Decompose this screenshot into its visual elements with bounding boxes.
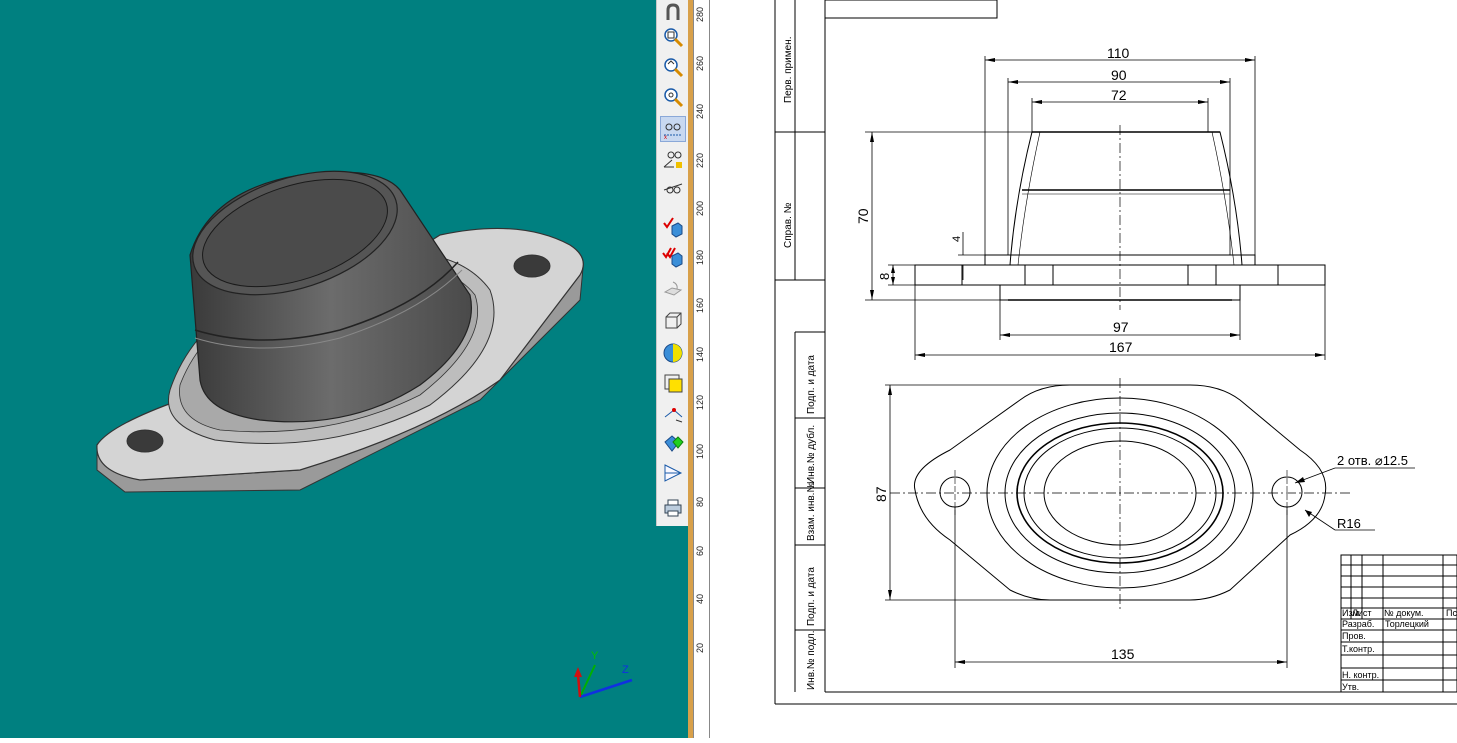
label-podp-data-2: Подп. и дата bbox=[806, 567, 817, 626]
tb-utv: Утв. bbox=[1342, 682, 1359, 692]
ruler-label: 60 bbox=[695, 545, 705, 556]
label-vzam-inv: Взам. инв.№ bbox=[806, 482, 817, 541]
tb-podp: Пс bbox=[1446, 608, 1457, 618]
ruler-label: 240 bbox=[695, 103, 705, 119]
tb-tkontr: Т.контр. bbox=[1342, 644, 1375, 654]
wire-cube-button[interactable] bbox=[660, 308, 686, 334]
check-cube-button[interactable] bbox=[660, 214, 686, 240]
ruler-label: 260 bbox=[695, 55, 705, 71]
dim-87: 87 bbox=[873, 486, 889, 502]
zoom-frame-icon bbox=[664, 58, 684, 78]
ruler-label: 200 bbox=[695, 200, 705, 216]
sphere-section-button[interactable] bbox=[660, 340, 686, 366]
ruler-label: 120 bbox=[695, 394, 705, 410]
flange-hole-left bbox=[126, 429, 164, 453]
dim-r16: R16 bbox=[1337, 516, 1361, 531]
ruler-label: 20 bbox=[695, 642, 705, 653]
sphere-section-icon bbox=[663, 343, 683, 363]
tb-list: Лист bbox=[1352, 608, 1372, 618]
dim-135: 135 bbox=[1111, 646, 1135, 662]
magnet-icon bbox=[666, 3, 680, 20]
ruler-label: 280 bbox=[695, 6, 705, 22]
tb-razrab: Разраб. bbox=[1342, 619, 1374, 629]
printer-button[interactable] bbox=[660, 494, 686, 520]
ruler-label: 180 bbox=[695, 249, 705, 265]
axis-y-label: Y bbox=[591, 650, 599, 662]
dim-4: 4 bbox=[951, 236, 963, 242]
dim-97: 97 bbox=[1113, 319, 1129, 335]
viewport-strip bbox=[656, 526, 689, 738]
pyramid-button[interactable] bbox=[660, 460, 686, 486]
glasses-snap-button[interactable]: x bbox=[660, 116, 686, 142]
ruler-label: 100 bbox=[695, 443, 705, 459]
magnet-button[interactable] bbox=[660, 0, 686, 26]
3d-viewport[interactable]: Y Z bbox=[0, 0, 656, 738]
svg-text:x: x bbox=[664, 135, 667, 140]
yellow-face-icon bbox=[664, 374, 683, 393]
point-axis-icon bbox=[664, 408, 683, 423]
ruler-label: 220 bbox=[695, 152, 705, 168]
glasses-line-icon bbox=[663, 183, 683, 194]
vertical-ruler: 280 260 240 220 200 180 160 140 120 100 80 60 40 20 bbox=[693, 0, 710, 738]
dim-8: 8 bbox=[877, 273, 892, 280]
tb-nkontr: Н. контр. bbox=[1342, 670, 1379, 680]
wire-cube-icon bbox=[665, 312, 682, 329]
zoom-all-icon bbox=[664, 88, 684, 108]
zoom-all-button[interactable] bbox=[660, 84, 686, 110]
glasses-snap-icon: x bbox=[664, 123, 682, 140]
dim-110: 110 bbox=[1107, 45, 1130, 61]
zoom-window-icon bbox=[664, 28, 684, 48]
plane-rotate-icon bbox=[663, 281, 683, 296]
label-sprav: Справ. № bbox=[783, 202, 794, 248]
drawing-sheet[interactable]: 110 90 72 70 4 8 97 167 87 135 2 отв. ⌀1… bbox=[710, 0, 1457, 738]
dim-72: 72 bbox=[1111, 87, 1127, 103]
green-diamond-icon bbox=[664, 435, 684, 452]
tb-prov: Пров. bbox=[1342, 631, 1366, 641]
zoom-frame-button[interactable] bbox=[660, 54, 686, 80]
double-check-cube-button[interactable] bbox=[660, 244, 686, 270]
ruler-label: 140 bbox=[695, 346, 705, 362]
3d-model[interactable] bbox=[0, 0, 656, 738]
plane-rotate-button[interactable] bbox=[660, 276, 686, 302]
zoom-window-button[interactable] bbox=[660, 24, 686, 50]
glasses-angle-button[interactable] bbox=[660, 146, 686, 172]
tb-author: Торлецкий bbox=[1385, 619, 1429, 629]
point-axis-button[interactable] bbox=[660, 400, 686, 426]
ruler-label: 80 bbox=[695, 496, 705, 507]
label-inv-dubl: Инв.№ дубл. bbox=[805, 425, 817, 484]
flange-hole-right bbox=[513, 254, 551, 278]
label-podp-data-1: Подп. и дата bbox=[806, 355, 817, 414]
ruler-label: 40 bbox=[695, 593, 705, 604]
yellow-face-button[interactable] bbox=[660, 370, 686, 396]
dim-holes: 2 отв. ⌀12.5 bbox=[1337, 453, 1408, 468]
ruler-label: 160 bbox=[695, 297, 705, 313]
label-perv-primen: Перв. примен. bbox=[783, 37, 794, 103]
glasses-angle-icon bbox=[663, 151, 682, 168]
glasses-line-button[interactable] bbox=[660, 178, 686, 204]
view-toolbar: x bbox=[656, 0, 690, 526]
green-diamond-button[interactable] bbox=[660, 430, 686, 456]
dim-70: 70 bbox=[855, 208, 871, 224]
double-check-cube-icon bbox=[662, 247, 683, 268]
axis-z-label: Z bbox=[622, 664, 629, 676]
printer-icon bbox=[664, 499, 682, 517]
tb-doc: № докум. bbox=[1384, 608, 1424, 618]
check-cube-icon bbox=[663, 217, 683, 238]
dim-167: 167 bbox=[1109, 339, 1133, 355]
label-inv-podl: Инв.№ подл. bbox=[806, 630, 817, 690]
dim-90: 90 bbox=[1111, 67, 1127, 83]
pyramid-icon bbox=[664, 464, 683, 482]
axis-triad: Y Z bbox=[574, 650, 633, 699]
